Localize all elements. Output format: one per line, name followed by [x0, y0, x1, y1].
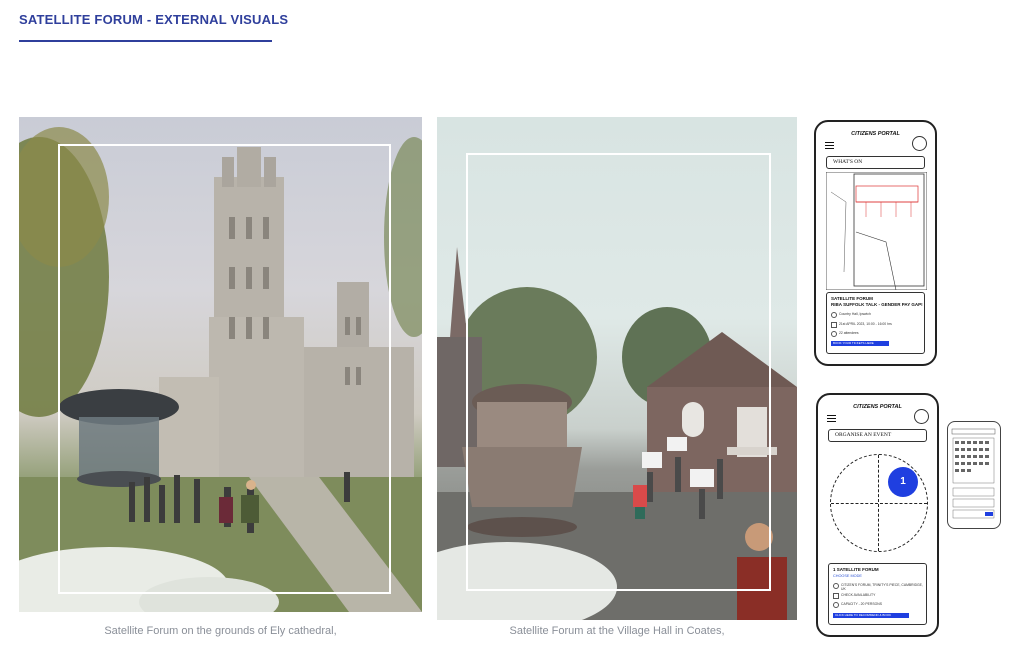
hamburger-menu-icon[interactable] [827, 415, 836, 422]
hamburger-menu-icon[interactable] [825, 142, 834, 149]
overlay-frame [58, 144, 391, 594]
booking-title: 1 SATELLITE FORUM [833, 567, 879, 572]
event-card[interactable]: SATELLITE FORUM RIBA SUFFOLK TALK - GEND… [826, 292, 925, 354]
location-pin-icon [833, 583, 839, 589]
location-pin-icon [831, 312, 837, 318]
booking-card[interactable]: 1 SATELLITE FORUM CHOOSE MODE CITIZEN'S … [828, 563, 927, 625]
page-title: SATELLITE FORUM - EXTERNAL VISUALS [19, 12, 289, 27]
phone-whats-on: CITIZENS PORTAL WHAT'S ON SATELLITE FORU… [814, 120, 937, 366]
calendar-sketch [951, 428, 996, 519]
attendees-icon [831, 331, 837, 337]
selected-count-badge[interactable]: 1 [888, 467, 918, 497]
check-availability-link[interactable]: CHECK AVAILABILITY [841, 593, 875, 597]
event-subtitle: RIBA SUFFOLK TALK - GENDER PAY GAP! [831, 302, 923, 307]
event-date: 21st APRIL 2023, 10:00 - 16:00 hrs [839, 322, 892, 326]
calendar-icon [833, 593, 839, 599]
coates-village-hall-visual [437, 117, 797, 620]
booking-capacity: CAPACITY - 20 PERSONS [841, 602, 882, 606]
dial-horizontal-axis [831, 503, 927, 504]
overlay-frame [466, 153, 771, 591]
title-underline [19, 40, 272, 42]
phone-organise-event: CITIZENS PORTAL ORGANISE AN EVENT 1 1 SA… [816, 393, 939, 637]
event-title: SATELLITE FORUM [831, 296, 873, 301]
event-sketch-image [826, 172, 927, 290]
capacity-icon [833, 602, 839, 608]
event-location: Country Hall, Ipswich [839, 312, 871, 316]
coates-caption: Satellite Forum at the Village Hall in C… [509, 625, 725, 637]
book-tickets-button[interactable]: BOOK YOUR TICKETS HERE [831, 341, 889, 346]
organise-event-heading[interactable]: ORGANISE AN EVENT [828, 429, 927, 442]
profile-avatar-icon[interactable] [914, 409, 929, 424]
phone-calendar-thumbnail [947, 421, 1001, 529]
ely-caption: Satellite Forum on the grounds of Ely ca… [104, 625, 337, 637]
choose-mode-link[interactable]: CHOOSE MODE [833, 574, 862, 578]
recommend-book-button[interactable]: CLICK HERE TO RECOMMEND & BOOK [833, 613, 909, 618]
event-attendees: 22 attendees [839, 331, 859, 335]
calendar-icon [831, 322, 837, 328]
booking-location: CITIZEN'S FORUM, TRINITY'S PIECE, CAMBRI… [841, 583, 923, 591]
ely-cathedral-visual [19, 117, 422, 612]
profile-avatar-icon[interactable] [912, 136, 927, 151]
whats-on-heading[interactable]: WHAT'S ON [826, 156, 925, 169]
